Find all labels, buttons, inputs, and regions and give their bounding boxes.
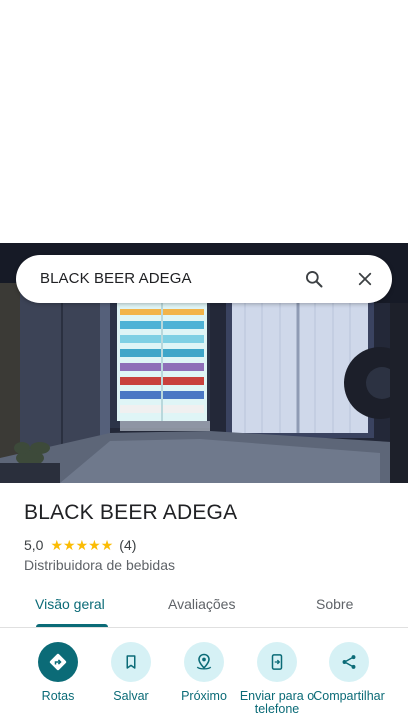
star-icon: ★ xyxy=(88,537,101,553)
star-icon: ★ xyxy=(50,537,64,553)
star-icon: ★ xyxy=(75,537,89,553)
tab-reviews[interactable]: Avaliações xyxy=(168,596,235,612)
send-to-phone-button[interactable]: Enviar para o telefone xyxy=(239,642,315,716)
rating-row[interactable]: 5,0 ★ ★ ★ ★ ★ (4) xyxy=(24,536,136,554)
action-bar: Rotas Salvar Próximo Enviar para o telef… xyxy=(0,642,408,726)
place-category: Distribuidora de bebidas xyxy=(24,557,175,573)
send-to-phone-label: Enviar para o telefone xyxy=(239,689,315,716)
bookmark-icon xyxy=(111,642,151,682)
rating-stars: ★ ★ ★ ★ ★ xyxy=(50,538,113,552)
tab-about[interactable]: Sobre xyxy=(316,596,353,612)
nearby-button[interactable]: Próximo xyxy=(166,642,242,703)
search-bar[interactable]: BLACK BEER ADEGA xyxy=(16,255,392,303)
tab-overview[interactable]: Visão geral xyxy=(35,596,105,612)
save-button[interactable]: Salvar xyxy=(93,642,169,703)
search-input[interactable]: BLACK BEER ADEGA xyxy=(40,270,192,287)
tab-bar: Visão geral Avaliações Sobre xyxy=(0,586,408,628)
directions-button[interactable]: Rotas xyxy=(20,642,96,703)
share-icon xyxy=(329,642,369,682)
review-count[interactable]: (4) xyxy=(119,537,136,553)
directions-label: Rotas xyxy=(41,689,75,703)
place-title: BLACK BEER ADEGA xyxy=(24,501,238,524)
share-label: Compartilhar xyxy=(313,689,385,703)
tab-indicator xyxy=(36,624,108,627)
search-icon[interactable] xyxy=(302,267,326,291)
star-icon: ★ xyxy=(100,537,114,553)
save-label: Salvar xyxy=(113,689,149,703)
nearby-icon xyxy=(184,642,224,682)
share-button[interactable]: Compartilhar xyxy=(311,642,387,703)
close-icon[interactable] xyxy=(353,267,377,291)
nearby-label: Próximo xyxy=(181,689,227,703)
star-icon: ★ xyxy=(63,537,76,553)
send-to-phone-icon xyxy=(257,642,297,682)
rating-value: 5,0 xyxy=(24,537,44,553)
directions-icon xyxy=(38,642,78,682)
